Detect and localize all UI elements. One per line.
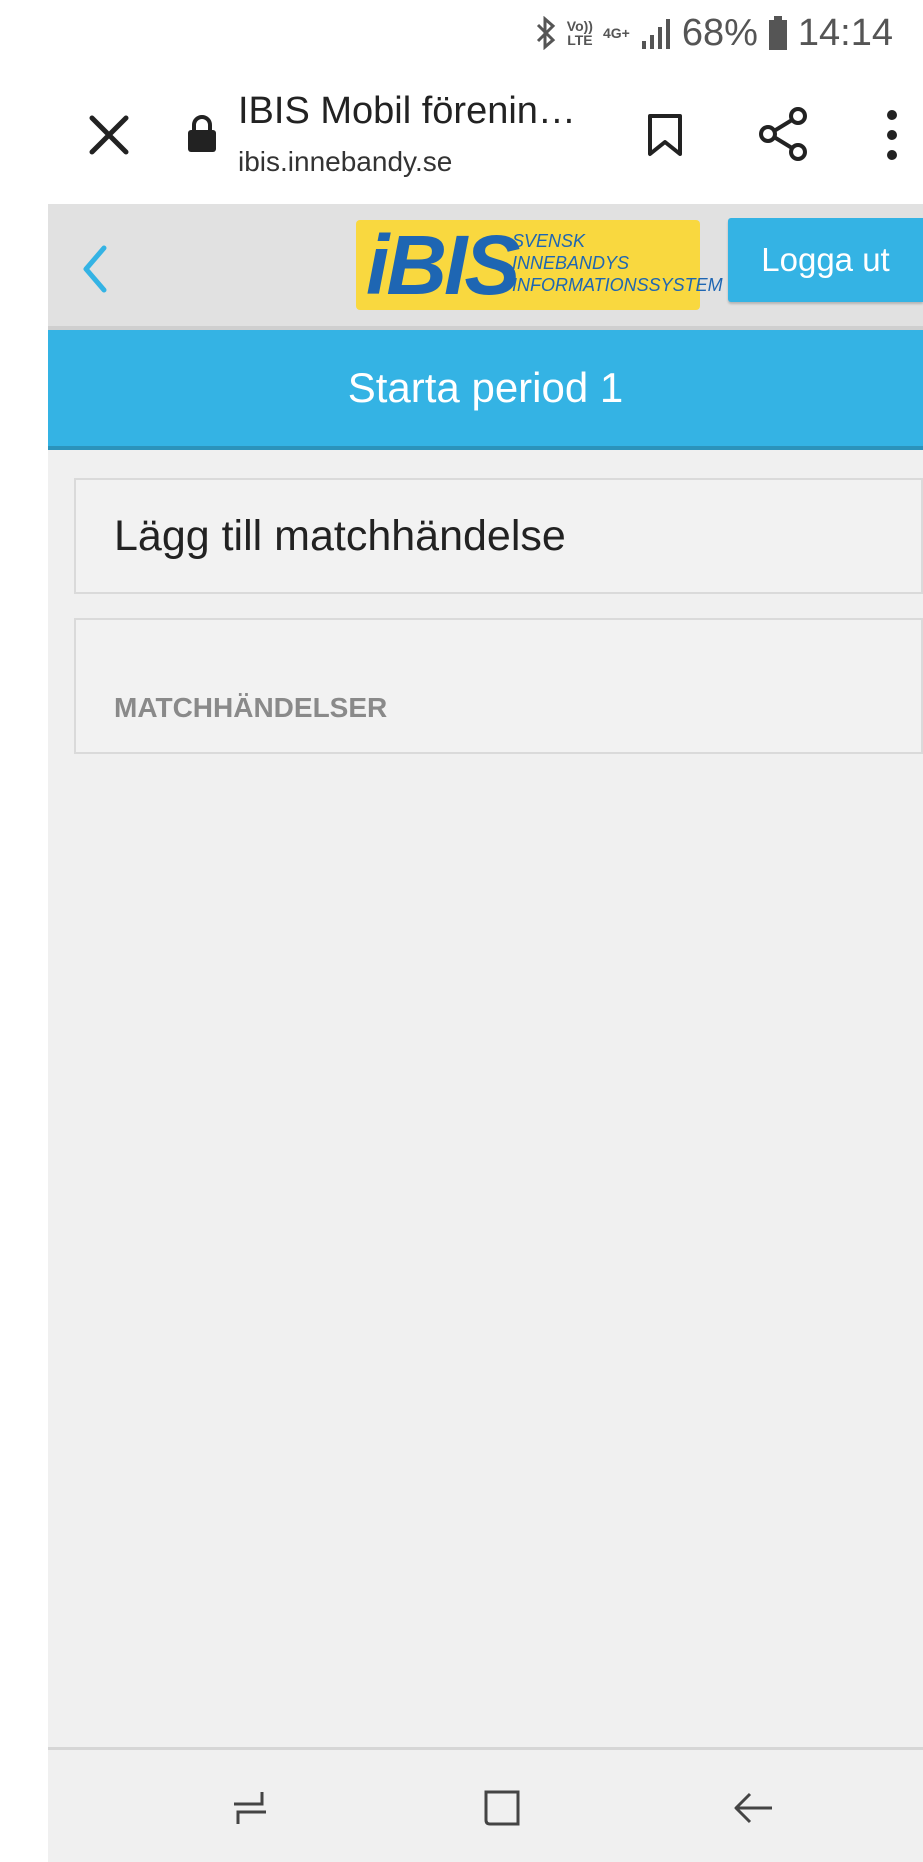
page-title: IBIS Mobil förenin… (238, 90, 576, 132)
events-heading: MATCHHÄNDELSER (114, 692, 388, 723)
add-event-label: Lägg till matchhändelse (114, 512, 566, 560)
lock-icon (186, 114, 218, 154)
back-arrow-icon[interactable] (732, 1786, 776, 1830)
network-type: 4G+ (602, 25, 630, 41)
bluetooth-icon (535, 16, 557, 50)
start-period-button[interactable]: Starta period 1 (48, 330, 923, 450)
signal-icon (640, 17, 672, 49)
volte-indicator: Vo)) LTE (566, 18, 593, 48)
bookmark-icon[interactable] (640, 110, 690, 160)
page-url[interactable]: ibis.innebandy.se (238, 146, 452, 178)
battery-icon (768, 16, 788, 50)
home-icon[interactable] (480, 1786, 524, 1830)
add-event-card[interactable]: Lägg till matchhändelse (74, 478, 923, 594)
status-bar: Vo)) LTE 4G+ 68% 14:14 (0, 0, 923, 66)
chevron-left-icon[interactable] (78, 242, 112, 296)
clock: 14:14 (797, 11, 893, 54)
logout-button[interactable]: Logga ut (728, 218, 923, 302)
share-icon[interactable] (756, 106, 812, 162)
events-panel: MATCHHÄNDELSER (74, 618, 923, 754)
browser-toolbar: IBIS Mobil förenin… ibis.innebandy.se (0, 66, 923, 204)
close-icon[interactable] (84, 110, 134, 160)
battery-percent: 68% (681, 11, 758, 54)
ibis-logo: iBIS SVENSK INNEBANDYS INFORMATIONSSYSTE… (356, 220, 723, 310)
left-gutter (0, 204, 48, 1859)
web-page: iBIS SVENSK INNEBANDYS INFORMATIONSSYSTE… (48, 204, 923, 1747)
system-nav-bar (48, 1747, 923, 1862)
recent-apps-icon[interactable] (228, 1786, 272, 1830)
site-header: iBIS SVENSK INNEBANDYS INFORMATIONSSYSTE… (48, 204, 923, 330)
logo-tagline: SVENSK INNEBANDYS INFORMATIONSSYSTEM (512, 231, 723, 295)
more-vert-icon[interactable] (880, 106, 904, 164)
